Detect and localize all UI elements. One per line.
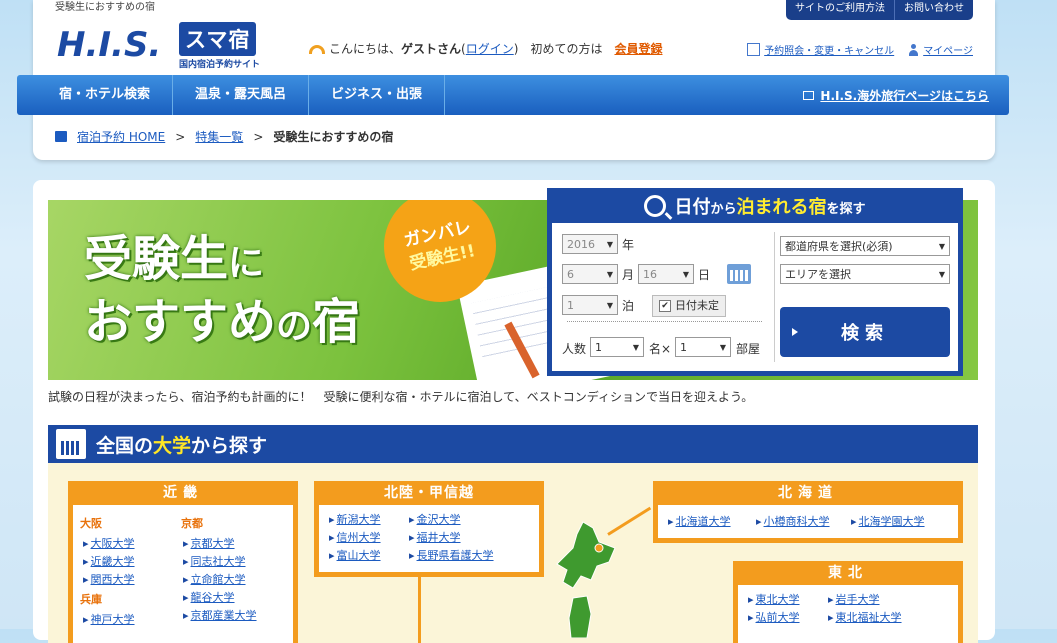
main-content: 受験生に おすすめの宿 ガンバレ 受験生!! 日付から泊まれる宿を探す 2016… (33, 180, 995, 643)
uni-link[interactable]: 関西大学 (83, 571, 135, 587)
account-links: 予約照会・変更・キャンセル マイページ (747, 42, 973, 57)
region-title: 北海道 (653, 481, 963, 505)
search-button[interactable]: 検索 (780, 307, 950, 357)
person-icon (908, 43, 919, 56)
mypage-link[interactable]: マイページ (908, 42, 973, 57)
uni-link[interactable]: 福井大学 (409, 529, 461, 545)
contact-button[interactable]: お問い合わせ (894, 0, 973, 20)
his-logo[interactable]: H.I.S. (55, 22, 171, 62)
region-title: 東北 (733, 561, 963, 585)
university-region-map: 近畿 大阪 大阪大学 近畿大学 関西大学 兵庫 神戸大学 京都 京都大学 同志社… (48, 463, 978, 643)
greeting: こんにちは、ゲストさん(ログイン) 初めての方は 会員登録 (309, 40, 662, 57)
region-title: 北陸・甲信越 (314, 481, 544, 505)
search-box-title: 日付から泊まれる宿を探す (547, 188, 963, 223)
uni-link[interactable]: 神戸大学 (83, 611, 135, 627)
login-link[interactable]: ログイン (466, 42, 514, 56)
rainbow-icon (309, 45, 325, 54)
uni-link[interactable]: 岩手大学 (828, 591, 880, 607)
intro-text: 試験の日程が決まったら、宿泊予約も計画的に！ 受験に便利な宿・ホテルに宿泊して、… (48, 390, 754, 404)
edit-icon (747, 43, 761, 56)
region-kinki: 近畿 大阪 大阪大学 近畿大学 関西大学 兵庫 神戸大学 京都 京都大学 同志社… (68, 481, 298, 643)
nav-hotel-search[interactable]: 宿・ホテル検索 (17, 75, 174, 115)
uni-link[interactable]: 東北大学 (748, 591, 800, 607)
uni-link[interactable]: 小樽商科大学 (756, 513, 830, 529)
nights-select[interactable]: 1 (562, 295, 618, 316)
pref-osaka: 大阪 (80, 517, 102, 530)
uni-link[interactable]: 同志社大学 (183, 553, 246, 569)
region-hokkaido: 北海道 北海道大学 小樽商科大学 北海学園大学 (653, 481, 963, 543)
uni-link[interactable]: 弘前大学 (748, 609, 800, 625)
prefecture-select[interactable]: 都道府県を選択(必須) (780, 236, 950, 257)
sumaya-subtitle: 国内宿泊予約サイト (179, 60, 261, 70)
month-select[interactable]: 6 (562, 264, 618, 285)
nav-business[interactable]: ビジネス・出張 (309, 75, 446, 115)
uni-link[interactable]: 北海道大学 (668, 513, 731, 529)
university-section-title: 全国の 大学 から探す (48, 425, 978, 463)
guest-name: ゲストさん (401, 42, 462, 56)
checkbox-icon: ✔ (659, 300, 671, 312)
breadcrumb-home[interactable]: 宿泊予約 HOME (77, 128, 165, 145)
overseas-link[interactable]: H.I.S.海外旅行ページはこちら (803, 87, 1009, 104)
region-tohoku: 東北 東北大学 岩手大学 弘前大学 東北福祉大学 (733, 561, 963, 643)
home-icon (55, 131, 67, 142)
tohoku-shape (568, 595, 592, 638)
reservation-manage-link[interactable]: 予約照会・変更・キャンセル (747, 42, 894, 57)
search-icon (644, 194, 667, 217)
uni-link[interactable]: 京都産業大学 (183, 607, 257, 623)
uni-link[interactable]: 長野県看護大学 (409, 547, 494, 563)
uni-link[interactable]: 新潟大学 (329, 511, 381, 527)
global-nav: 宿・ホテル検索 温泉・露天風呂 ビジネス・出張 H.I.S.海外旅行ページはこち… (17, 75, 1009, 115)
uni-link[interactable]: 大阪大学 (83, 535, 135, 551)
window-icon (803, 90, 815, 100)
date-undecided-checkbox[interactable]: ✔ 日付未定 (652, 295, 726, 317)
location-dot (594, 543, 604, 553)
register-link[interactable]: 会員登録 (614, 42, 662, 56)
japan-map[interactable] (543, 518, 623, 638)
connector-line (418, 577, 424, 643)
calendar-icon[interactable] (727, 264, 751, 284)
top-utility-buttons: サイトのご利用方法 お問い合わせ (786, 0, 973, 20)
date-search-box: 日付から泊まれる宿を探す 2016 年 6 月 16 日 1 泊 ✔日付未定 人… (547, 188, 963, 376)
svg-text:H.I.S.: H.I.S. (57, 25, 161, 62)
day-select[interactable]: 16 (638, 264, 694, 285)
uni-link[interactable]: 北海学園大学 (851, 513, 925, 529)
sumaya-logo[interactable]: スマ宿 国内宿泊予約サイト (179, 22, 269, 70)
breadcrumb-features[interactable]: 特集一覧 (195, 128, 243, 145)
hokkaido-shape (556, 521, 616, 589)
uni-link[interactable]: 信州大学 (329, 529, 381, 545)
divider (774, 232, 775, 362)
nav-onsen[interactable]: 温泉・露天風呂 (173, 75, 310, 115)
uni-link[interactable]: 龍谷大学 (183, 589, 235, 605)
sumaya-brand: スマ宿 (179, 22, 257, 56)
site-tagline: 受験生におすすめの宿 (55, 2, 155, 13)
area-select[interactable]: エリアを選択 (780, 264, 950, 285)
region-hokuriku: 北陸・甲信越 新潟大学 金沢大学 信州大学 福井大学 富山大学 長野県看護大学 (314, 481, 544, 577)
breadcrumb-current: 受験生におすすめの宿 (273, 130, 394, 144)
site-header: 受験生におすすめの宿 H.I.S. スマ宿 国内宿泊予約サイト こんにちは、ゲス… (17, 0, 1009, 160)
uni-link[interactable]: 東北福祉大学 (828, 609, 902, 625)
uni-link[interactable]: 立命館大学 (183, 571, 246, 587)
pref-hyogo: 兵庫 (80, 593, 102, 606)
uni-link[interactable]: 近畿大学 (83, 553, 135, 569)
banner-title: 受験生に おすすめの宿 (84, 231, 361, 350)
building-icon (56, 429, 86, 459)
breadcrumb: 宿泊予約 HOME > 特集一覧 > 受験生におすすめの宿 (55, 128, 393, 145)
uni-link[interactable]: 富山大学 (329, 547, 381, 563)
rooms-select[interactable]: 1 (675, 337, 731, 358)
pref-kyoto: 京都 (181, 517, 203, 530)
year-select[interactable]: 2016 (562, 234, 618, 255)
uni-link[interactable]: 金沢大学 (409, 511, 461, 527)
people-select[interactable]: 1 (590, 337, 644, 358)
region-title: 近畿 (68, 481, 298, 505)
divider (567, 321, 762, 322)
uni-link[interactable]: 京都大学 (183, 535, 235, 551)
usage-guide-button[interactable]: サイトのご利用方法 (786, 0, 894, 20)
